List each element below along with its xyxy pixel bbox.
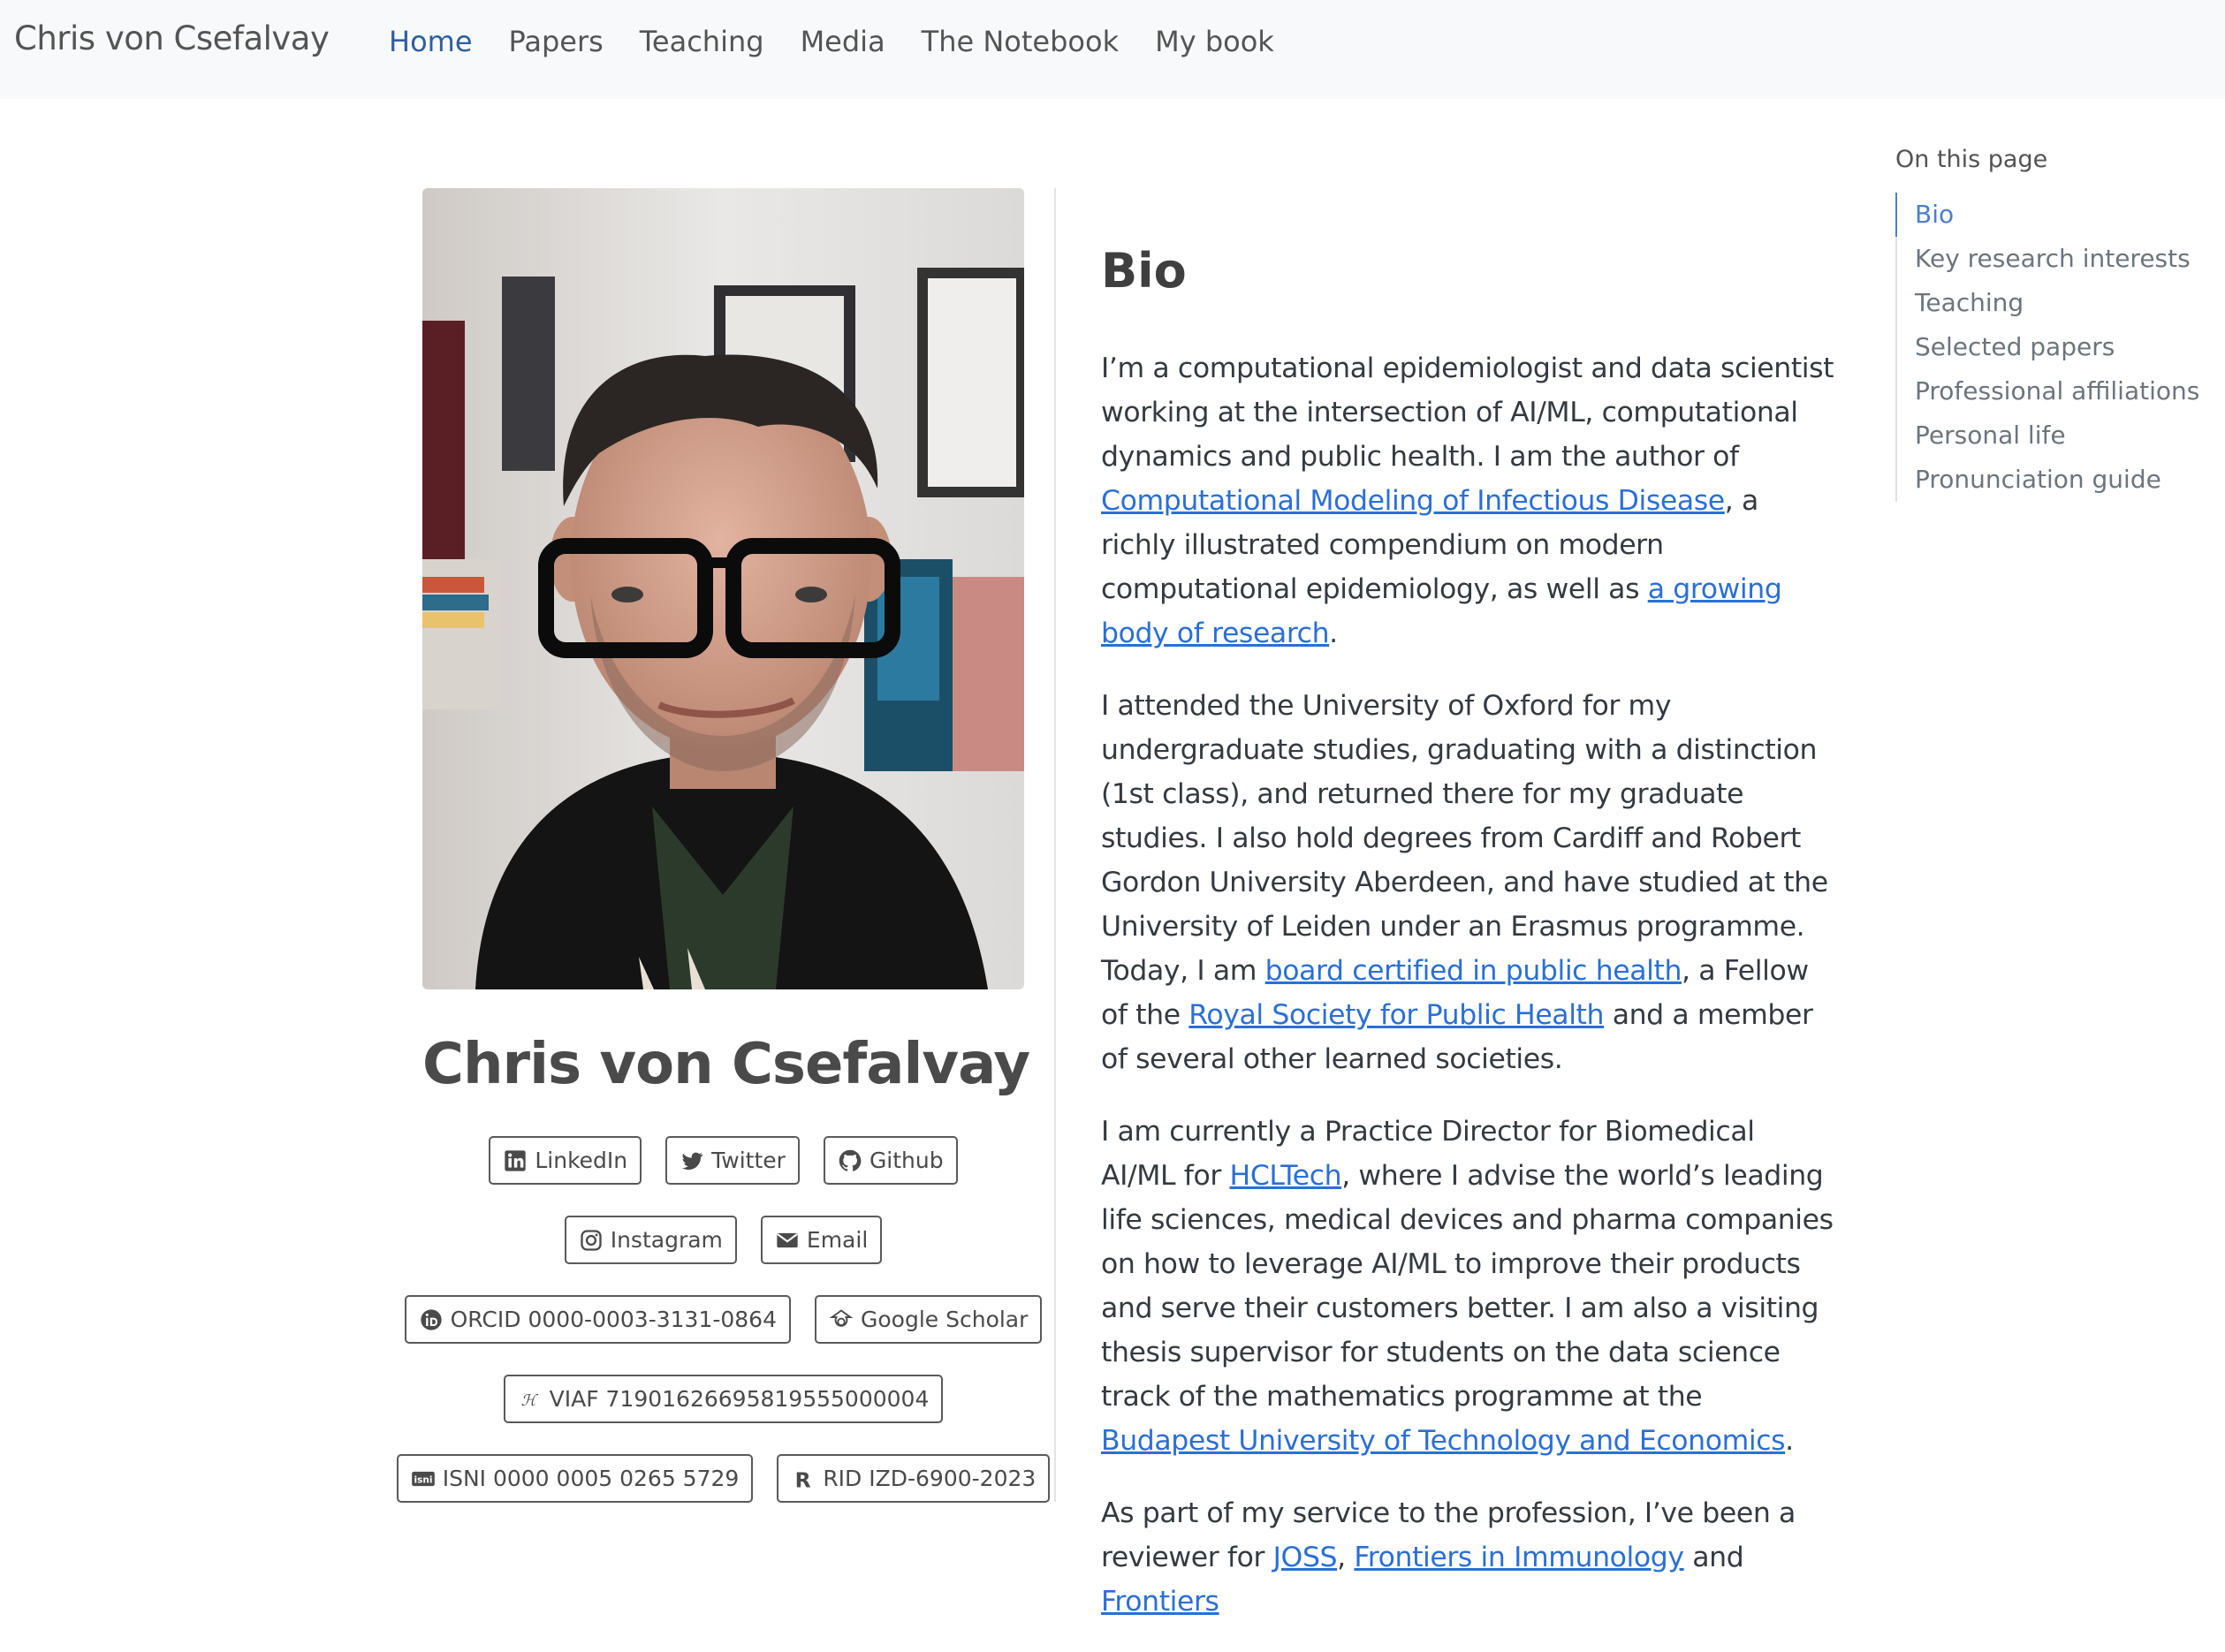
github-button[interactable]: Github xyxy=(823,1136,958,1185)
linkedin-label: LinkedIn xyxy=(535,1148,628,1173)
rid-label: RID IZD-6900-2023 xyxy=(823,1466,1037,1491)
envelope-icon xyxy=(777,1232,798,1247)
bio-text: I’m a computational epidemiologist and d… xyxy=(1101,352,1834,473)
linkedin-icon xyxy=(505,1149,527,1171)
instagram-label: Instagram xyxy=(610,1227,723,1253)
toc-item-teaching[interactable]: Teaching xyxy=(1897,281,2214,325)
bio-text: . xyxy=(1785,1424,1794,1457)
github-icon xyxy=(839,1149,862,1171)
instagram-button[interactable]: Instagram xyxy=(564,1216,737,1264)
nav-link-teaching[interactable]: Teaching xyxy=(640,25,764,58)
twitter-button[interactable]: Twitter xyxy=(665,1136,800,1185)
nav-links: Home Papers Teaching Media The Notebook … xyxy=(389,25,1274,58)
profile-photo xyxy=(422,188,1024,989)
nav-link-home[interactable]: Home xyxy=(389,25,473,58)
svg-text:isni: isni xyxy=(414,1474,432,1485)
toc-item-personal-life[interactable]: Personal life xyxy=(1897,413,2214,458)
nav-link-media[interactable]: Media xyxy=(801,25,885,58)
bio-text: I attended the University of Oxford for … xyxy=(1101,689,1828,987)
academic-row-2: ℋ VIAF 71901626695819555000004 xyxy=(422,1375,1024,1423)
toc-item-bio[interactable]: Bio xyxy=(1895,193,2214,237)
link-rsph[interactable]: Royal Society for Public Health xyxy=(1188,999,1604,1031)
twitter-label: Twitter xyxy=(711,1148,786,1173)
toc-item-selected-papers[interactable]: Selected papers xyxy=(1897,325,2214,369)
nav-link-book[interactable]: My book xyxy=(1155,25,1274,58)
bio-text: , xyxy=(1337,1541,1355,1573)
site-brand[interactable]: Chris von Csefalvay xyxy=(14,19,330,57)
bio-paragraph-1: I’m a computational epidemiologist and d… xyxy=(1101,346,1834,655)
orcid-button[interactable]: ORCID 0000-0003-3131-0864 xyxy=(404,1295,791,1344)
link-bme[interactable]: Budapest University of Technology and Ec… xyxy=(1101,1425,1786,1457)
link-frontiers-immunology[interactable]: Frontiers in Immunology xyxy=(1354,1542,1684,1573)
profile-name: Chris von Csefalvay xyxy=(422,1032,1030,1097)
link-book[interactable]: Computational Modeling of Infectious Dis… xyxy=(1101,485,1725,517)
viaf-button[interactable]: ℋ VIAF 71901626695819555000004 xyxy=(503,1375,944,1423)
isni-button[interactable]: isni ISNI 0000 0005 0265 5729 xyxy=(396,1454,754,1503)
svg-text:R: R xyxy=(795,1467,811,1491)
bio-text: , where I advise the world’s leading lif… xyxy=(1101,1159,1834,1413)
academic-row-3: isni ISNI 0000 0005 0265 5729 R RID IZD-… xyxy=(396,1454,1051,1503)
toc-title: On this page xyxy=(1895,146,2048,173)
rid-button[interactable]: R RID IZD-6900-2023 xyxy=(777,1454,1051,1503)
link-frontiers[interactable]: Frontiers xyxy=(1101,1586,1219,1618)
email-button[interactable]: Email xyxy=(760,1216,883,1264)
bio-paragraph-4: As part of my service to the profession,… xyxy=(1101,1491,1834,1624)
table-of-contents: On this page Bio Key research interests … xyxy=(1895,146,2214,502)
google-scholar-label: Google Scholar xyxy=(861,1307,1029,1332)
github-label: Github xyxy=(869,1148,944,1173)
svg-text:ℋ: ℋ xyxy=(520,1392,538,1410)
navbar: Chris von Csefalvay Home Papers Teaching… xyxy=(0,0,2225,99)
link-hcltech[interactable]: HCLTech xyxy=(1230,1160,1342,1192)
toc-list: Bio Key research interests Teaching Sele… xyxy=(1895,193,2214,502)
toc-item-research-interests[interactable]: Key research interests xyxy=(1897,237,2214,281)
bio-text: and xyxy=(1683,1541,1744,1573)
toc-item-pronunciation[interactable]: Pronunciation guide xyxy=(1897,458,2214,502)
isni-icon: isni xyxy=(411,1471,435,1486)
email-label: Email xyxy=(806,1227,869,1253)
column-divider xyxy=(1054,188,1056,1502)
academic-row-1: ORCID 0000-0003-3131-0864 Google Scholar xyxy=(404,1295,1043,1344)
bio-paragraph-2: I attended the University of Oxford for … xyxy=(1101,684,1834,1081)
viaf-icon: ℋ xyxy=(520,1392,538,1410)
section-heading-bio: Bio xyxy=(1101,243,1187,299)
nav-link-papers[interactable]: Papers xyxy=(509,25,604,58)
toc-item-affiliations[interactable]: Professional affiliations xyxy=(1897,369,2214,413)
nav-link-notebook[interactable]: The Notebook xyxy=(922,25,1119,58)
link-joss[interactable]: JOSS xyxy=(1273,1542,1338,1573)
main-content: Bio I’m a computational epidemiologist a… xyxy=(1101,243,1834,1652)
orcid-icon xyxy=(420,1308,442,1330)
social-row-2: Instagram Email xyxy=(422,1216,1024,1264)
google-scholar-icon xyxy=(829,1308,854,1327)
social-row-1: LinkedIn Twitter Github xyxy=(422,1136,1024,1185)
bio-text: . xyxy=(1329,617,1338,649)
linkedin-button[interactable]: LinkedIn xyxy=(489,1136,642,1185)
link-board-certified[interactable]: board certified in public health xyxy=(1265,955,1682,987)
viaf-label: VIAF 71901626695819555000004 xyxy=(549,1386,930,1412)
bio-paragraph-3: I am currently a Practice Director for B… xyxy=(1101,1110,1834,1463)
instagram-icon xyxy=(581,1229,602,1251)
isni-label: ISNI 0000 0005 0265 5729 xyxy=(442,1466,740,1491)
orcid-label: ORCID 0000-0003-3131-0864 xyxy=(450,1307,777,1332)
google-scholar-button[interactable]: Google Scholar xyxy=(815,1295,1043,1344)
twitter-icon xyxy=(681,1152,703,1170)
researcherid-icon: R xyxy=(795,1467,811,1491)
